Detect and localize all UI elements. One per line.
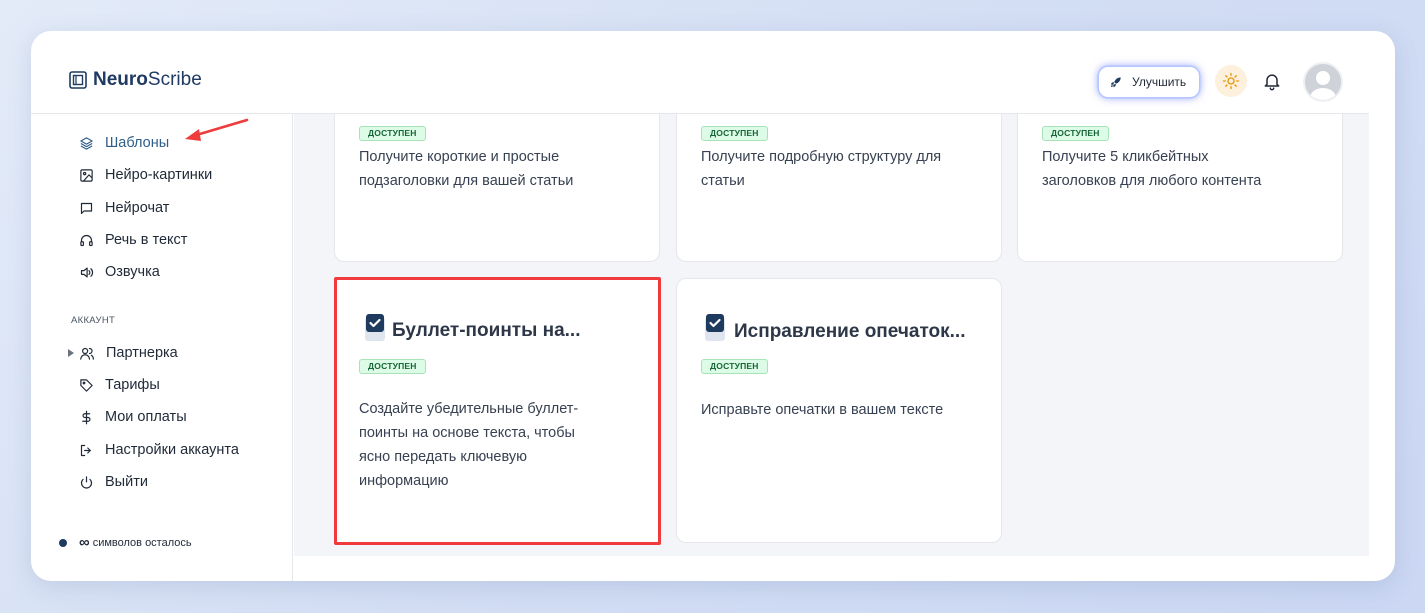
desc-line: Создайте убедительные буллет-	[359, 401, 579, 417]
sidebar-item-account-settings[interactable]: Настройки аккаунта	[79, 440, 239, 460]
sidebar-item-tariffs[interactable]: Тарифы	[79, 375, 160, 395]
rocket-icon	[1110, 77, 1121, 88]
logout-arrow-icon	[80, 444, 91, 456]
sidebar: Шаблоны Нейро-картинки Нейрочат Речь в т…	[31, 114, 293, 581]
image-icon	[80, 168, 93, 182]
card-description: Исправьте опечатки в вашем тексте	[701, 398, 943, 422]
tag-icon	[80, 378, 93, 392]
desc-line: заголовков для любого контента	[1042, 173, 1262, 189]
logo-text-bold: Neuro	[93, 69, 148, 90]
app-window: Neuro Scribe Улучшить Шаблоны Нейро-карт…	[31, 31, 1395, 581]
chat-icon	[80, 202, 93, 214]
template-card-bullet-points[interactable]: Буллет-поинты на... ДОСТУПЕН Создайте уб…	[334, 277, 661, 545]
theme-toggle[interactable]	[1215, 65, 1247, 97]
desc-line: Получите подробную структуру для	[701, 149, 942, 165]
dollar-icon	[82, 410, 91, 424]
sidebar-item-neurochat[interactable]: Нейрочат	[79, 198, 169, 218]
desc-line: Исправьте опечатки в вашем тексте	[701, 402, 944, 418]
account-section-label: АККАУНТ	[71, 315, 116, 326]
user-avatar[interactable]	[1303, 62, 1343, 102]
headphones-icon	[80, 234, 93, 246]
desc-line: информацию	[359, 473, 449, 489]
sidebar-item-label: Мои оплаты	[105, 409, 187, 425]
desc-line: поинты на основе текста, чтобы	[359, 425, 575, 441]
credits-symbol: ∞	[79, 534, 90, 551]
desc-line: Получите короткие и простые	[359, 149, 560, 165]
sidebar-item-label: Речь в текст	[105, 232, 188, 248]
speaker-icon	[80, 267, 94, 277]
sidebar-item-label: Партнерка	[106, 345, 178, 361]
logo-icon	[69, 71, 87, 89]
template-card[interactable]: ДОСТУПЕН Получите подробную структуру дл…	[676, 114, 1002, 262]
status-badge: ДОСТУПЕН	[359, 359, 426, 374]
users-icon	[80, 347, 94, 360]
card-description: Получите короткие и простые подзаголовки…	[359, 145, 573, 193]
desc-line: подзаголовки для вашей статьи	[359, 173, 574, 189]
desc-line: статьи	[701, 173, 745, 189]
desc-line: Получите 5 кликбейтных	[1042, 149, 1209, 165]
template-card[interactable]: ДОСТУПЕН Получите короткие и простые под…	[334, 114, 660, 262]
sidebar-item-label: Выйти	[105, 474, 148, 490]
upgrade-button[interactable]: Улучшить	[1099, 67, 1199, 97]
upgrade-label: Улучшить	[1132, 75, 1187, 89]
status-dot	[59, 538, 67, 547]
status-badge: ДОСТУПЕН	[359, 126, 426, 141]
sun-icon	[1222, 72, 1240, 90]
card-description: Создайте убедительные буллет- поинты на …	[359, 397, 578, 493]
power-icon	[80, 475, 93, 489]
card-description: Получите подробную структуру для статьи	[701, 145, 941, 193]
sidebar-item-logout[interactable]: Выйти	[79, 472, 148, 492]
logo-text-light: Scribe	[147, 69, 202, 90]
status-badge: ДОСТУПЕН	[1042, 126, 1109, 141]
top-header: Neuro Scribe Улучшить	[31, 31, 1369, 114]
sidebar-item-templates[interactable]: Шаблоны	[79, 133, 169, 153]
sidebar-item-label: Настройки аккаунта	[105, 442, 239, 458]
template-card-typo-fix[interactable]: Исправление опечаток... ДОСТУПЕН Исправь…	[676, 278, 1002, 543]
layers-icon	[80, 136, 93, 150]
status-badge: ДОСТУПЕН	[701, 126, 768, 141]
desc-line: ясно передать ключевую	[359, 449, 528, 465]
sidebar-item-label: Озвучка	[105, 264, 160, 280]
status-badge: ДОСТУПЕН	[701, 359, 768, 374]
checkbox-note-icon	[705, 314, 725, 341]
credits-text: символов осталось	[92, 536, 192, 549]
credits-indicator: ∞ символов осталось	[59, 534, 192, 551]
sidebar-item-partner[interactable]: Партнерка	[79, 343, 178, 363]
card-title: Исправление опечаток...	[734, 321, 966, 342]
annotation-arrow	[185, 118, 249, 141]
sidebar-item-label: Нейро-картинки	[105, 167, 213, 183]
sidebar-item-neuro-images[interactable]: Нейро-картинки	[79, 165, 212, 185]
sidebar-item-label: Нейрочат	[105, 200, 170, 216]
card-description: Получите 5 кликбейтных заголовков для лю…	[1042, 145, 1261, 193]
notifications-button[interactable]	[1262, 71, 1282, 96]
sidebar-item-speech-to-text[interactable]: Речь в текст	[79, 230, 187, 250]
template-card[interactable]: ДОСТУПЕН Получите 5 кликбейтных заголовк…	[1017, 114, 1343, 262]
user-silhouette-icon	[1305, 64, 1341, 100]
app-logo[interactable]: Neuro Scribe	[69, 69, 202, 91]
checkbox-note-icon	[365, 314, 385, 341]
templates-grid: ДОСТУПЕН Получите короткие и простые под…	[294, 114, 1369, 556]
sidebar-item-label: Шаблоны	[105, 135, 170, 151]
sidebar-item-voiceover[interactable]: Озвучка	[79, 262, 160, 282]
card-title: Буллет-поинты на...	[392, 320, 581, 341]
sidebar-item-label: Тарифы	[105, 377, 160, 393]
sidebar-item-my-payments[interactable]: Мои оплаты	[79, 407, 187, 427]
bell-icon	[1264, 74, 1280, 91]
caret-right-icon[interactable]	[68, 349, 74, 357]
